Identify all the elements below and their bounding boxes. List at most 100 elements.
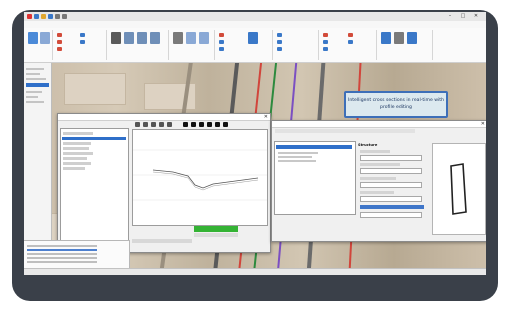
tool-icon[interactable]: [207, 122, 212, 127]
dialog-titlebar: ✕: [272, 121, 486, 128]
tree-item[interactable]: [26, 91, 42, 93]
table-row[interactable]: [27, 257, 97, 259]
profile-graph[interactable]: [132, 129, 268, 226]
ribbon-group-3: [108, 30, 169, 60]
tree-item[interactable]: [26, 101, 44, 103]
save-icon[interactable]: [48, 14, 53, 19]
ribbon-small-icon[interactable]: [348, 40, 353, 44]
ribbon-tool-icon[interactable]: [111, 32, 121, 44]
selected-option[interactable]: [360, 205, 424, 209]
station-list[interactable]: [60, 128, 129, 246]
ribbon-small-icon[interactable]: [323, 47, 328, 51]
ribbon-tool-icon[interactable]: [40, 32, 50, 44]
close-icon[interactable]: ✕: [264, 114, 268, 120]
list-item[interactable]: [63, 167, 85, 170]
ribbon-small-icon[interactable]: [348, 33, 353, 37]
redo-icon[interactable]: [62, 14, 67, 19]
ribbon-small-icon[interactable]: [80, 33, 85, 37]
ribbon-tool-icon[interactable]: [199, 32, 209, 44]
ribbon-small-icon[interactable]: [219, 47, 224, 51]
table-row[interactable]: [27, 253, 97, 255]
input-field[interactable]: [360, 212, 422, 218]
ribbon-tool-icon[interactable]: [28, 32, 38, 44]
dialog-tabs[interactable]: [275, 129, 415, 133]
ribbon-tool-icon[interactable]: [407, 32, 417, 44]
table-row[interactable]: [27, 261, 97, 263]
list-item[interactable]: [63, 152, 93, 155]
tool-icon[interactable]: [199, 122, 204, 127]
ribbon-small-icon[interactable]: [277, 40, 282, 44]
new-file-icon[interactable]: [34, 14, 39, 19]
ribbon-small-icon[interactable]: [80, 40, 85, 44]
field-label: [360, 191, 394, 194]
profile-editor-dialog: ✕: [57, 113, 271, 253]
list-item-selected[interactable]: [276, 145, 352, 149]
close-button[interactable]: ✕: [470, 13, 482, 19]
ribbon-tool-icon[interactable]: [248, 32, 258, 44]
tree-item[interactable]: [26, 68, 44, 70]
pan-icon[interactable]: [143, 122, 148, 127]
ribbon-small-icon[interactable]: [219, 40, 224, 44]
ribbon-small-icon[interactable]: [219, 33, 224, 37]
tool-icon[interactable]: [215, 122, 220, 127]
select-icon[interactable]: [151, 122, 156, 127]
callout-text: Intelligent cross sections in real-time …: [347, 98, 444, 110]
close-icon[interactable]: ✕: [481, 121, 485, 127]
ribbon-small-icon[interactable]: [57, 47, 62, 51]
tree-item[interactable]: [26, 73, 40, 75]
list-item[interactable]: [63, 147, 89, 150]
ribbon-group-7: [320, 30, 377, 60]
tool-icon[interactable]: [223, 122, 228, 127]
app-logo-icon[interactable]: [27, 14, 32, 19]
list-item[interactable]: [63, 162, 91, 165]
input-field[interactable]: [360, 155, 422, 161]
ribbon-tool-icon[interactable]: [137, 32, 147, 44]
ribbon-tool-icon[interactable]: [381, 32, 391, 44]
ribbon-tool-icon[interactable]: [173, 32, 183, 44]
list-item[interactable]: [278, 156, 312, 158]
input-field[interactable]: [360, 168, 422, 174]
list-item[interactable]: [63, 157, 87, 160]
open-folder-icon[interactable]: [41, 14, 46, 19]
list-item[interactable]: [63, 132, 93, 135]
list-item[interactable]: [63, 142, 91, 145]
maximize-button[interactable]: □: [457, 13, 469, 19]
ribbon-tool-icon[interactable]: [186, 32, 196, 44]
list-item[interactable]: [278, 160, 316, 162]
graph-toolbar: [133, 121, 267, 128]
table-row[interactable]: [27, 245, 97, 247]
tree-item-selected[interactable]: [26, 83, 49, 87]
ribbon-tab-bar: [24, 21, 486, 28]
ribbon-group-2: [54, 30, 107, 60]
ribbon-tool-icon[interactable]: [150, 32, 160, 44]
ribbon-small-icon[interactable]: [323, 40, 328, 44]
field-label: [360, 177, 396, 180]
tool-icon[interactable]: [183, 122, 188, 127]
ribbon-tool-icon[interactable]: [124, 32, 134, 44]
undo-icon[interactable]: [55, 14, 60, 19]
list-item-selected[interactable]: [62, 137, 126, 140]
section-list[interactable]: [274, 141, 356, 215]
ribbon-group-6: [274, 30, 319, 60]
ribbon-tool-icon[interactable]: [394, 32, 404, 44]
ribbon-small-icon[interactable]: [57, 33, 62, 37]
ribbon-small-icon[interactable]: [277, 33, 282, 37]
edit-icon[interactable]: [167, 122, 172, 127]
section-shape: [450, 163, 467, 215]
ribbon-small-icon[interactable]: [323, 33, 328, 37]
input-field[interactable]: [360, 196, 422, 202]
input-field[interactable]: [360, 182, 422, 188]
minimize-button[interactable]: –: [444, 13, 456, 19]
ribbon-group-1: [26, 30, 53, 60]
tree-item[interactable]: [26, 96, 38, 98]
ribbon-small-icon[interactable]: [277, 47, 282, 51]
list-item[interactable]: [278, 152, 318, 154]
tool-icon[interactable]: [191, 122, 196, 127]
tree-item[interactable]: [26, 78, 46, 80]
measure-icon[interactable]: [159, 122, 164, 127]
dialog-tabs: [60, 121, 130, 126]
table-row-selected[interactable]: [27, 249, 97, 251]
ribbon-small-icon[interactable]: [57, 40, 62, 44]
zoom-icon[interactable]: [135, 122, 140, 127]
data-table-panel: [24, 240, 130, 271]
